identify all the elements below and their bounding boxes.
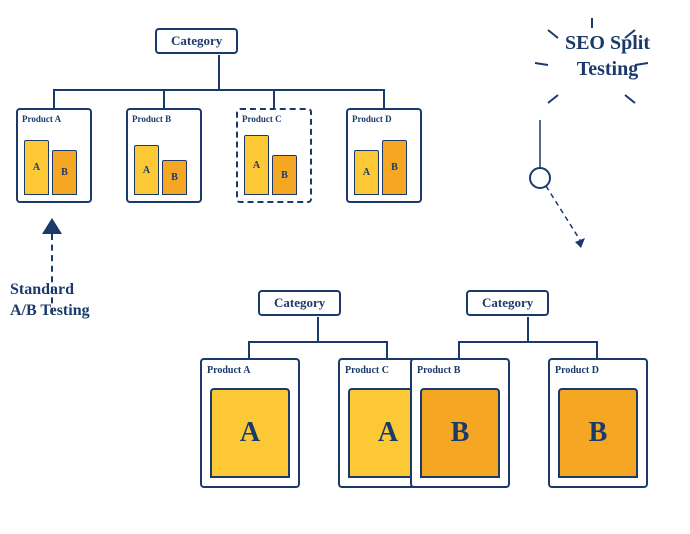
top-product-box-4: Product D A B (346, 108, 422, 203)
top-drop-4 (383, 89, 385, 109)
top-horiz-line (53, 89, 385, 91)
bottom-product-label-c: Product C (345, 365, 389, 376)
seo-split-testing-label: SEO SplitTesting (565, 30, 650, 82)
top-bars-2: A B (134, 145, 187, 195)
bot-vert-line-2 (527, 317, 529, 342)
bot-drop-1b (386, 341, 388, 359)
top-category-label: Category (171, 33, 222, 48)
top-product-box-3: Product C A B (236, 108, 312, 203)
bot-horiz-line-2 (458, 341, 598, 343)
bottom-bar-b-1: B (420, 388, 500, 478)
top-bar-b-2: B (162, 160, 187, 195)
top-product-box-1: Product A A B (16, 108, 92, 203)
top-drop-3 (273, 89, 275, 109)
bottom-category-1: Category (258, 290, 341, 316)
top-bar-a-2: A (134, 145, 159, 195)
bottom-product-label-d: Product D (555, 365, 599, 376)
bottom-product-box-a: Product A A (200, 358, 300, 488)
top-product-label-1: Product A (22, 114, 61, 124)
bot-drop-2a (458, 341, 460, 359)
top-product-label-2: Product B (132, 114, 171, 124)
top-bars-3: A B (244, 135, 297, 195)
bottom-category-2: Category (466, 290, 549, 316)
bottom-bar-a-1: A (210, 388, 290, 478)
bottom-bar-b-2: B (558, 388, 638, 478)
top-bar-b-4: B (382, 140, 407, 195)
top-bars-4: A B (354, 140, 407, 195)
standard-ab-label: Standard A/B Testing (10, 280, 90, 322)
top-product-box-2: Product B A B (126, 108, 202, 203)
top-drop-2 (163, 89, 165, 109)
up-arrow (42, 218, 62, 234)
bottom-product-box-d: Product D B (548, 358, 648, 488)
top-bars-1: A B (24, 140, 77, 195)
bot-drop-2b (596, 341, 598, 359)
top-bar-a-4: A (354, 150, 379, 195)
top-bar-b-1: B (52, 150, 77, 195)
top-bar-a-1: A (24, 140, 49, 195)
top-drop-1 (53, 89, 55, 109)
bottom-product-box-b: Product B B (410, 358, 510, 488)
bottom-product-label-b: Product B (417, 365, 460, 376)
diagram-container: Category Product A A B Product B A B (0, 0, 690, 534)
bot-horiz-line-1 (248, 341, 388, 343)
top-bar-b-3: B (272, 155, 297, 195)
bottom-product-label-a: Product A (207, 365, 250, 376)
top-vert-line (218, 55, 220, 90)
top-category-box: Category (155, 28, 238, 54)
bot-vert-line-1 (317, 317, 319, 342)
top-product-label-4: Product D (352, 114, 392, 124)
top-bar-a-3: A (244, 135, 269, 195)
bot-drop-1a (248, 341, 250, 359)
top-product-label-3: Product C (242, 114, 282, 124)
